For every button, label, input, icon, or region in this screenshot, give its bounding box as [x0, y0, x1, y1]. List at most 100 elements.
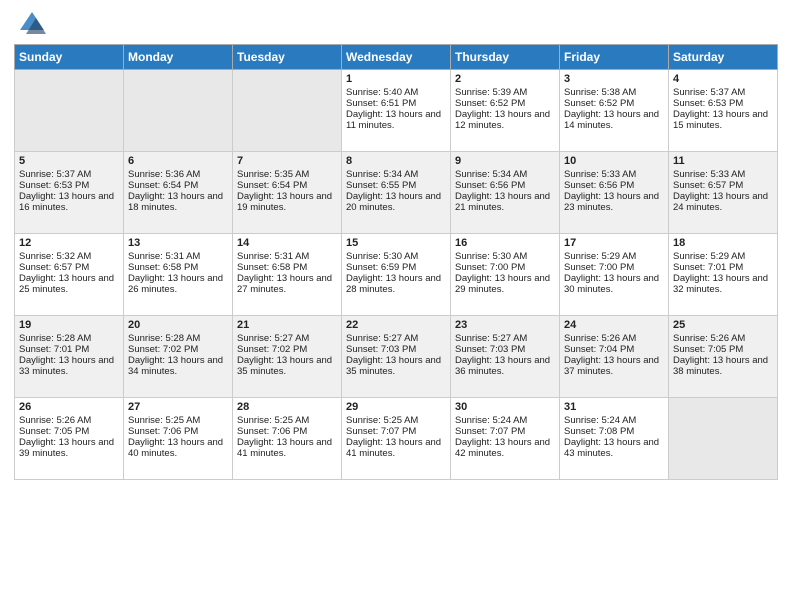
sunrise-text: Sunrise: 5:32 AM	[19, 251, 119, 262]
daylight-text: Daylight: 13 hours and 35 minutes.	[346, 355, 446, 377]
sunset-text: Sunset: 6:55 PM	[346, 180, 446, 191]
daylight-text: Daylight: 13 hours and 36 minutes.	[455, 355, 555, 377]
sunrise-text: Sunrise: 5:26 AM	[19, 415, 119, 426]
calendar-week-1: 1Sunrise: 5:40 AMSunset: 6:51 PMDaylight…	[15, 70, 778, 152]
sunset-text: Sunset: 6:58 PM	[128, 262, 228, 273]
day-header-thursday: Thursday	[451, 45, 560, 70]
day-header-sunday: Sunday	[15, 45, 124, 70]
calendar-cell: 29Sunrise: 5:25 AMSunset: 7:07 PMDayligh…	[342, 398, 451, 480]
day-number: 22	[346, 319, 446, 331]
day-number: 10	[564, 155, 664, 167]
sunrise-text: Sunrise: 5:27 AM	[237, 333, 337, 344]
sunrise-text: Sunrise: 5:25 AM	[237, 415, 337, 426]
calendar-header-row: SundayMondayTuesdayWednesdayThursdayFrid…	[15, 45, 778, 70]
calendar-cell: 7Sunrise: 5:35 AMSunset: 6:54 PMDaylight…	[233, 152, 342, 234]
daylight-text: Daylight: 13 hours and 41 minutes.	[346, 437, 446, 459]
calendar-week-3: 12 Sunrise: 5:32 AMSunset: 6:57 PM Dayligh…	[15, 234, 778, 316]
calendar-cell: 2Sunrise: 5:39 AMSunset: 6:52 PMDaylight…	[451, 70, 560, 152]
day-number: 8	[346, 155, 446, 167]
calendar-cell: 21Sunrise: 5:27 AMSunset: 7:02 PMDayligh…	[233, 316, 342, 398]
day-number: 12	[19, 237, 119, 249]
daylight-text: Daylight: 13 hours and 26 minutes.	[128, 273, 228, 295]
day-number: 27	[128, 401, 228, 413]
sunset-text: Sunset: 7:08 PM	[564, 426, 664, 437]
sunrise-text: Sunrise: 5:29 AM	[673, 251, 773, 262]
daylight-text: Daylight: 13 hours and 33 minutes.	[19, 355, 119, 377]
day-number: 15	[346, 237, 446, 249]
daylight-text: Daylight: 13 hours and 38 minutes.	[673, 355, 773, 377]
day-number: 6	[128, 155, 228, 167]
day-number: 14	[237, 237, 337, 249]
calendar-cell	[124, 70, 233, 152]
sunset-text: Sunset: 6:54 PM	[237, 180, 337, 191]
sunrise-text: Sunrise: 5:26 AM	[564, 333, 664, 344]
calendar-week-2: 5Sunrise: 5:37 AMSunset: 6:53 PMDaylight…	[15, 152, 778, 234]
calendar-table: SundayMondayTuesdayWednesdayThursdayFrid…	[14, 44, 778, 480]
daylight-text: Daylight: 13 hours and 35 minutes.	[237, 355, 337, 377]
day-number: 30	[455, 401, 555, 413]
day-number: 29	[346, 401, 446, 413]
day-header-wednesday: Wednesday	[342, 45, 451, 70]
sunset-text: Sunset: 6:53 PM	[19, 180, 119, 191]
daylight-text: Daylight: 13 hours and 37 minutes.	[564, 355, 664, 377]
daylight-text: Daylight: 13 hours and 27 minutes.	[237, 273, 337, 295]
daylight-text: Daylight: 13 hours and 12 minutes.	[455, 109, 555, 131]
sunset-text: Sunset: 6:57 PM	[673, 180, 773, 191]
calendar-cell: 10Sunrise: 5:33 AMSunset: 6:56 PMDayligh…	[560, 152, 669, 234]
calendar-cell: 11Sunrise: 5:33 AMSunset: 6:57 PMDayligh…	[669, 152, 778, 234]
calendar-week-4: 19Sunrise: 5:28 AMSunset: 7:01 PMDayligh…	[15, 316, 778, 398]
sunset-text: Sunset: 6:59 PM	[346, 262, 446, 273]
sunset-text: Sunset: 6:53 PM	[673, 98, 773, 109]
calendar-week-5: 26Sunrise: 5:26 AMSunset: 7:05 PMDayligh…	[15, 398, 778, 480]
daylight-text: Daylight: 13 hours and 21 minutes.	[455, 191, 555, 213]
calendar-cell: 25 Sunrise: 5:26 AMSunset: 7:05 PMDayligh…	[669, 316, 778, 398]
day-number: 3	[564, 73, 664, 85]
sunrise-text: Sunrise: 5:25 AM	[346, 415, 446, 426]
sunrise-text: Sunrise: 5:31 AM	[237, 251, 337, 262]
sunset-text: Sunset: 7:05 PM	[673, 344, 773, 355]
daylight-text: Daylight: 13 hours and 39 minutes.	[19, 437, 119, 459]
day-number: 18	[673, 237, 773, 249]
sunrise-text: Sunrise: 5:26 AM	[673, 333, 773, 344]
calendar-cell: 5Sunrise: 5:37 AMSunset: 6:53 PMDaylight…	[15, 152, 124, 234]
day-number: 7	[237, 155, 337, 167]
sunrise-text: Sunrise: 5:34 AM	[346, 169, 446, 180]
day-number: 31	[564, 401, 664, 413]
sunset-text: Sunset: 6:57 PM	[19, 262, 119, 273]
day-number: 28	[237, 401, 337, 413]
daylight-text: Daylight: 13 hours and 42 minutes.	[455, 437, 555, 459]
day-header-monday: Monday	[124, 45, 233, 70]
sunset-text: Sunset: 7:07 PM	[455, 426, 555, 437]
sunset-text: Sunset: 6:52 PM	[455, 98, 555, 109]
sunset-text: Sunset: 7:01 PM	[19, 344, 119, 355]
calendar-cell: 16Sunrise: 5:30 AMSunset: 7:00 PMDayligh…	[451, 234, 560, 316]
calendar-cell: 31Sunrise: 5:24 AMSunset: 7:08 PMDayligh…	[560, 398, 669, 480]
calendar-cell: 4Sunrise: 5:37 AMSunset: 6:53 PMDaylight…	[669, 70, 778, 152]
sunrise-text: Sunrise: 5:34 AM	[455, 169, 555, 180]
calendar-cell: 3Sunrise: 5:38 AMSunset: 6:52 PMDaylight…	[560, 70, 669, 152]
calendar-cell: 23Sunrise: 5:27 AMSunset: 7:03 PMDayligh…	[451, 316, 560, 398]
day-number: 25	[673, 319, 773, 331]
logo	[14, 10, 46, 38]
sunrise-text: Sunrise: 5:29 AM	[564, 251, 664, 262]
calendar-cell	[233, 70, 342, 152]
daylight-text: Daylight: 13 hours and 32 minutes.	[673, 273, 773, 295]
page: SundayMondayTuesdayWednesdayThursdayFrid…	[0, 0, 792, 612]
daylight-text: Daylight: 13 hours and 23 minutes.	[564, 191, 664, 213]
day-number: 20	[128, 319, 228, 331]
daylight-text: Daylight: 13 hours and 19 minutes.	[237, 191, 337, 213]
sunset-text: Sunset: 7:02 PM	[237, 344, 337, 355]
sunset-text: Sunset: 6:52 PM	[564, 98, 664, 109]
calendar-cell: 17Sunrise: 5:29 AMSunset: 7:00 PMDayligh…	[560, 234, 669, 316]
day-number: 16	[455, 237, 555, 249]
calendar-cell: 6Sunrise: 5:36 AMSunset: 6:54 PMDaylight…	[124, 152, 233, 234]
sunset-text: Sunset: 7:06 PM	[237, 426, 337, 437]
day-number: 24	[564, 319, 664, 331]
calendar-cell: 28Sunrise: 5:25 AMSunset: 7:06 PMDayligh…	[233, 398, 342, 480]
sunrise-text: Sunrise: 5:27 AM	[455, 333, 555, 344]
sunrise-text: Sunrise: 5:28 AM	[19, 333, 119, 344]
calendar-cell: 9Sunrise: 5:34 AMSunset: 6:56 PMDaylight…	[451, 152, 560, 234]
daylight-text: Daylight: 13 hours and 43 minutes.	[564, 437, 664, 459]
daylight-text: Daylight: 13 hours and 16 minutes.	[19, 191, 119, 213]
sunset-text: Sunset: 6:56 PM	[564, 180, 664, 191]
